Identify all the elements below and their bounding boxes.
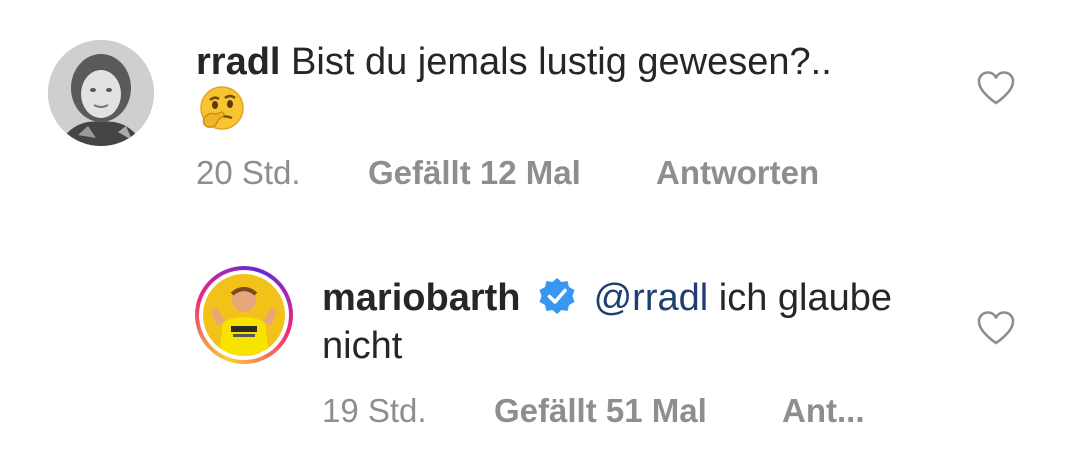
likes-count-link[interactable]: Gefällt 51 Mal: [494, 392, 707, 430]
heart-icon[interactable]: [976, 310, 1016, 346]
avatar-rradl[interactable]: [48, 40, 154, 146]
comment-rradl: rradl Bist du jemals lustig gewesen?.. 2…: [0, 0, 1080, 220]
mention-link[interactable]: @rradl: [594, 277, 709, 319]
reply-text-part-2: nicht: [322, 325, 403, 367]
comment-time: 20 Std.: [196, 154, 301, 191]
reply-text-line-1: mariobarth @rradl ich glaube: [322, 274, 892, 322]
verified-badge-icon: [539, 278, 575, 314]
thinking-face-icon: [198, 84, 246, 144]
reply-text-part-1: ich glaube: [718, 277, 893, 319]
avatar-mariobarth[interactable]: [195, 266, 293, 364]
comment-text-line: rradl Bist du jemals lustig gewesen?..: [196, 38, 832, 86]
comment-mariobarth: mariobarth @rradl ich glaube nicht 19 St…: [0, 220, 1080, 460]
comments-screen: rradl Bist du jemals lustig gewesen?.. 2…: [0, 0, 1080, 460]
username-mariobarth[interactable]: mariobarth: [322, 277, 520, 319]
reply-time: 19 Std.: [322, 392, 427, 429]
username-rradl[interactable]: rradl: [196, 41, 280, 83]
likes-count-link[interactable]: Gefällt 12 Mal: [368, 154, 581, 192]
avatar-photo: [203, 274, 285, 356]
comment-text: Bist du jemals lustig gewesen?..: [291, 41, 832, 83]
reply-button[interactable]: Ant...: [782, 392, 864, 430]
heart-icon[interactable]: [976, 70, 1016, 106]
avatar-photo: [48, 40, 154, 146]
thinking-face-svg: [200, 86, 244, 130]
reply-button[interactable]: Antworten: [656, 154, 819, 192]
reply-text-line-2: nicht: [322, 322, 402, 370]
